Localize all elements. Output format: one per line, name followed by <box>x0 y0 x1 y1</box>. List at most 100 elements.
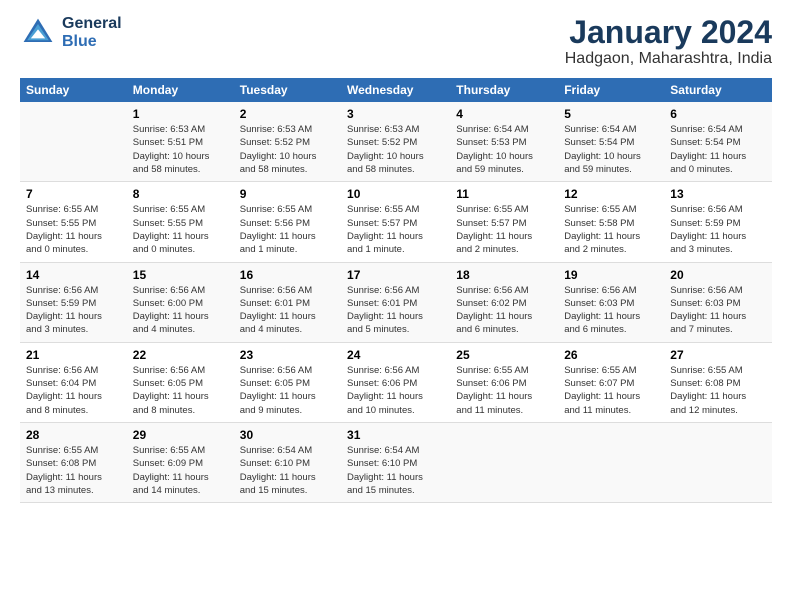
logo-text: General Blue <box>62 15 122 51</box>
day-info: Sunrise: 6:54 AM Sunset: 5:54 PM Dayligh… <box>670 123 766 176</box>
calendar-cell: 1 Sunrise: 6:53 AM Sunset: 5:51 PM Daylig… <box>127 102 234 182</box>
day-info: Sunrise: 6:53 AM Sunset: 5:52 PM Dayligh… <box>347 123 444 176</box>
calendar-cell: 18 Sunrise: 6:56 AM Sunset: 6:02 PM Dayli… <box>450 262 558 342</box>
day-info: Sunrise: 6:55 AM Sunset: 6:08 PM Dayligh… <box>670 364 766 417</box>
day-number: 27 <box>670 348 766 362</box>
day-number: 8 <box>133 187 228 201</box>
day-number: 23 <box>240 348 335 362</box>
col-sunday: Sunday <box>20 78 127 102</box>
title-block: January 2024 Hadgaon, Maharashtra, India <box>565 15 772 68</box>
day-info: Sunrise: 6:56 AM Sunset: 6:01 PM Dayligh… <box>240 284 335 337</box>
day-number: 25 <box>456 348 552 362</box>
logo: General Blue <box>20 15 122 51</box>
day-info: Sunrise: 6:56 AM Sunset: 6:02 PM Dayligh… <box>456 284 552 337</box>
day-number: 30 <box>240 428 335 442</box>
day-number: 11 <box>456 187 552 201</box>
calendar-cell: 25Sunrise: 6:55 AM Sunset: 6:06 PM Dayli… <box>450 342 558 422</box>
calendar-week-1: 1 Sunrise: 6:53 AM Sunset: 5:51 PM Daylig… <box>20 102 772 182</box>
col-saturday: Saturday <box>664 78 772 102</box>
calendar-cell: 2 Sunrise: 6:53 AM Sunset: 5:52 PM Daylig… <box>234 102 341 182</box>
calendar-cell: 22 Sunrise: 6:56 AM Sunset: 6:05 PM Dayli… <box>127 342 234 422</box>
day-number: 26 <box>564 348 658 362</box>
day-info: Sunrise: 6:54 AM Sunset: 5:54 PM Dayligh… <box>564 123 658 176</box>
day-info: Sunrise: 6:56 AM Sunset: 6:03 PM Dayligh… <box>670 284 766 337</box>
calendar-cell: 17 Sunrise: 6:56 AM Sunset: 6:01 PM Dayli… <box>341 262 450 342</box>
day-number: 14 <box>26 268 121 282</box>
day-info: Sunrise: 6:55 AM Sunset: 5:58 PM Dayligh… <box>564 203 658 256</box>
day-info: Sunrise: 6:54 AM Sunset: 5:53 PM Dayligh… <box>456 123 552 176</box>
calendar-cell: 14Sunrise: 6:56 AM Sunset: 5:59 PM Dayli… <box>20 262 127 342</box>
day-number: 22 <box>133 348 228 362</box>
day-number: 16 <box>240 268 335 282</box>
day-info: Sunrise: 6:56 AM Sunset: 6:05 PM Dayligh… <box>133 364 228 417</box>
day-info: Sunrise: 6:56 AM Sunset: 6:01 PM Dayligh… <box>347 284 444 337</box>
calendar-cell: 7 Sunrise: 6:55 AM Sunset: 5:55 PM Daylig… <box>20 182 127 262</box>
calendar-cell: 26Sunrise: 6:55 AM Sunset: 6:07 PM Dayli… <box>558 342 664 422</box>
day-info: Sunrise: 6:55 AM Sunset: 5:56 PM Dayligh… <box>240 203 335 256</box>
day-number: 19 <box>564 268 658 282</box>
calendar-cell: 24 Sunrise: 6:56 AM Sunset: 6:06 PM Dayli… <box>341 342 450 422</box>
col-wednesday: Wednesday <box>341 78 450 102</box>
calendar-week-2: 7 Sunrise: 6:55 AM Sunset: 5:55 PM Daylig… <box>20 182 772 262</box>
day-number: 18 <box>456 268 552 282</box>
day-info: Sunrise: 6:56 AM Sunset: 6:04 PM Dayligh… <box>26 364 121 417</box>
col-monday: Monday <box>127 78 234 102</box>
col-friday: Friday <box>558 78 664 102</box>
day-info: Sunrise: 6:55 AM Sunset: 6:09 PM Dayligh… <box>133 444 228 497</box>
calendar-cell: 27 Sunrise: 6:55 AM Sunset: 6:08 PM Dayli… <box>664 342 772 422</box>
day-info: Sunrise: 6:56 AM Sunset: 5:59 PM Dayligh… <box>670 203 766 256</box>
day-info: Sunrise: 6:56 AM Sunset: 6:05 PM Dayligh… <box>240 364 335 417</box>
day-info: Sunrise: 6:54 AM Sunset: 6:10 PM Dayligh… <box>240 444 335 497</box>
col-thursday: Thursday <box>450 78 558 102</box>
day-number: 5 <box>564 107 658 121</box>
col-tuesday: Tuesday <box>234 78 341 102</box>
day-number: 7 <box>26 187 121 201</box>
day-info: Sunrise: 6:55 AM Sunset: 5:55 PM Dayligh… <box>133 203 228 256</box>
calendar-cell: 3 Sunrise: 6:53 AM Sunset: 5:52 PM Daylig… <box>341 102 450 182</box>
calendar-cell: 11 Sunrise: 6:55 AM Sunset: 5:57 PM Dayli… <box>450 182 558 262</box>
day-number: 1 <box>133 107 228 121</box>
calendar-cell <box>20 102 127 182</box>
calendar-cell: 13 Sunrise: 6:56 AM Sunset: 5:59 PM Dayli… <box>664 182 772 262</box>
calendar-week-4: 21 Sunrise: 6:56 AM Sunset: 6:04 PM Dayli… <box>20 342 772 422</box>
day-number: 3 <box>347 107 444 121</box>
day-info: Sunrise: 6:53 AM Sunset: 5:52 PM Dayligh… <box>240 123 335 176</box>
month-title: January 2024 <box>565 15 772 50</box>
calendar-cell: 4 Sunrise: 6:54 AM Sunset: 5:53 PM Daylig… <box>450 102 558 182</box>
calendar-cell <box>664 422 772 502</box>
day-number: 2 <box>240 107 335 121</box>
day-info: Sunrise: 6:56 AM Sunset: 6:00 PM Dayligh… <box>133 284 228 337</box>
calendar-cell: 12 Sunrise: 6:55 AM Sunset: 5:58 PM Dayli… <box>558 182 664 262</box>
calendar-cell: 21 Sunrise: 6:56 AM Sunset: 6:04 PM Dayli… <box>20 342 127 422</box>
day-info: Sunrise: 6:55 AM Sunset: 5:57 PM Dayligh… <box>456 203 552 256</box>
day-info: Sunrise: 6:56 AM Sunset: 6:06 PM Dayligh… <box>347 364 444 417</box>
calendar-cell: 29 Sunrise: 6:55 AM Sunset: 6:09 PM Dayli… <box>127 422 234 502</box>
day-number: 29 <box>133 428 228 442</box>
day-info: Sunrise: 6:55 AM Sunset: 5:55 PM Dayligh… <box>26 203 121 256</box>
day-number: 31 <box>347 428 444 442</box>
day-number: 9 <box>240 187 335 201</box>
day-number: 17 <box>347 268 444 282</box>
calendar-table: Sunday Monday Tuesday Wednesday Thursday… <box>20 78 772 503</box>
day-number: 13 <box>670 187 766 201</box>
calendar-cell: 20Sunrise: 6:56 AM Sunset: 6:03 PM Dayli… <box>664 262 772 342</box>
calendar-week-5: 28Sunrise: 6:55 AM Sunset: 6:08 PM Dayli… <box>20 422 772 502</box>
day-info: Sunrise: 6:55 AM Sunset: 6:08 PM Dayligh… <box>26 444 121 497</box>
day-number: 6 <box>670 107 766 121</box>
calendar-cell <box>558 422 664 502</box>
calendar-cell: 10Sunrise: 6:55 AM Sunset: 5:57 PM Dayli… <box>341 182 450 262</box>
calendar-cell: 28Sunrise: 6:55 AM Sunset: 6:08 PM Dayli… <box>20 422 127 502</box>
calendar-cell: 8 Sunrise: 6:55 AM Sunset: 5:55 PM Daylig… <box>127 182 234 262</box>
calendar-cell: 15 Sunrise: 6:56 AM Sunset: 6:00 PM Dayli… <box>127 262 234 342</box>
calendar-week-3: 14Sunrise: 6:56 AM Sunset: 5:59 PM Dayli… <box>20 262 772 342</box>
day-number: 21 <box>26 348 121 362</box>
calendar-cell: 5 Sunrise: 6:54 AM Sunset: 5:54 PM Daylig… <box>558 102 664 182</box>
day-info: Sunrise: 6:56 AM Sunset: 6:03 PM Dayligh… <box>564 284 658 337</box>
day-number: 12 <box>564 187 658 201</box>
day-number: 4 <box>456 107 552 121</box>
header: General Blue January 2024 Hadgaon, Mahar… <box>20 15 772 68</box>
day-number: 15 <box>133 268 228 282</box>
calendar-cell: 16 Sunrise: 6:56 AM Sunset: 6:01 PM Dayli… <box>234 262 341 342</box>
day-number: 24 <box>347 348 444 362</box>
day-info: Sunrise: 6:53 AM Sunset: 5:51 PM Dayligh… <box>133 123 228 176</box>
